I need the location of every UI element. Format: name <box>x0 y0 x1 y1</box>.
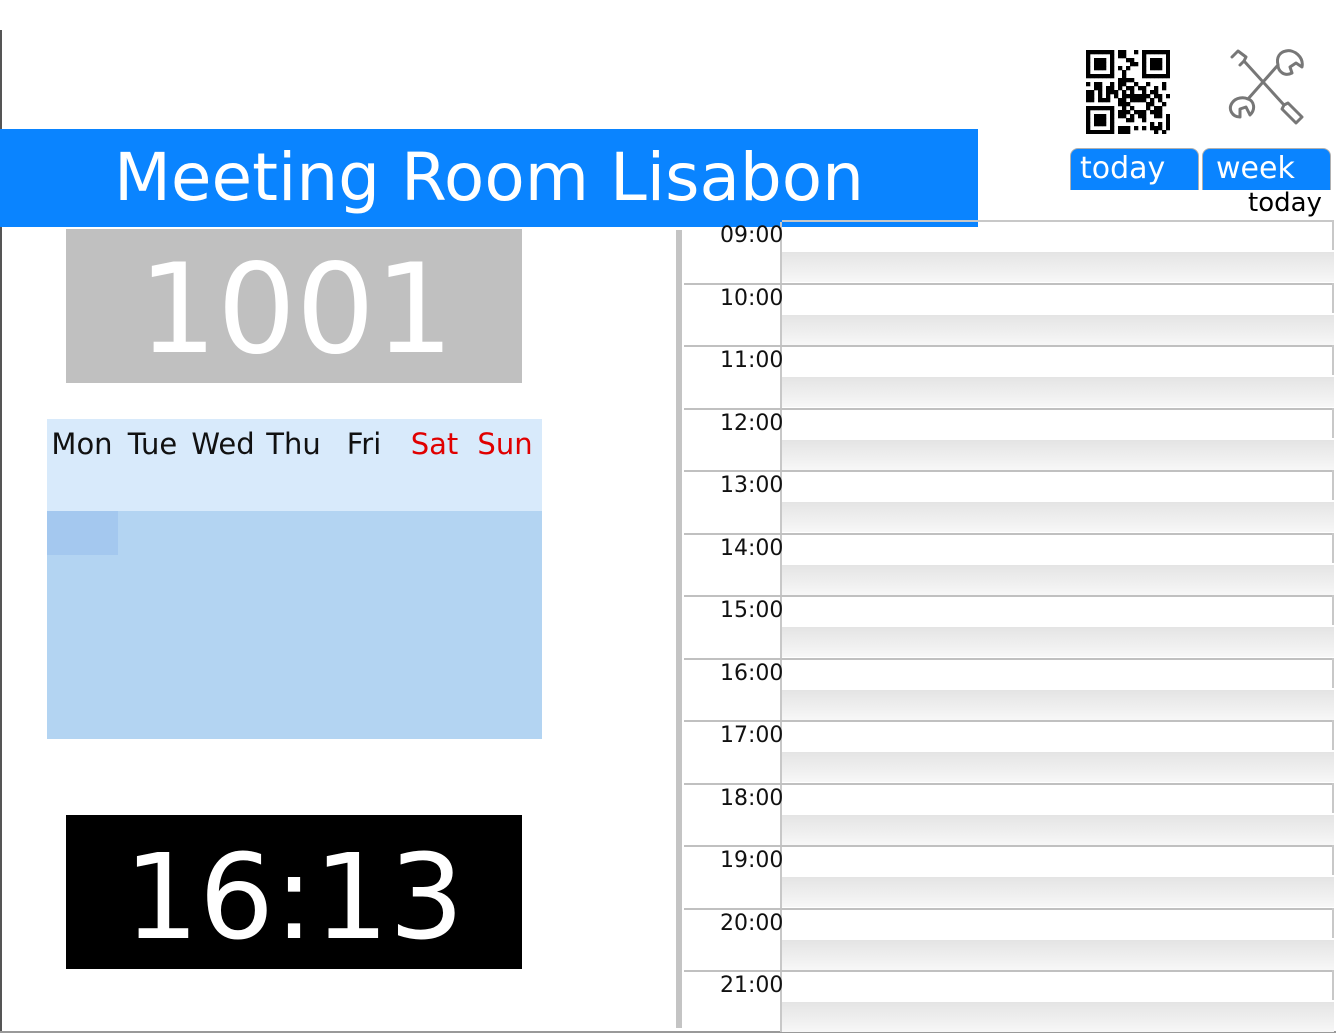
slot-divider <box>684 845 1334 847</box>
slot-time-label: 12:00 <box>720 410 784 436</box>
slot-edge <box>1332 657 1334 688</box>
slot-edge <box>1332 345 1334 375</box>
slot-half-hour[interactable] <box>782 502 1334 532</box>
slot-half-hour[interactable] <box>782 314 1334 345</box>
slot-time-label: 13:00 <box>720 473 784 498</box>
slot-half-hour[interactable] <box>782 689 1334 720</box>
slot-half-hour[interactable] <box>782 252 1334 282</box>
time-slot[interactable]: 16:00 <box>684 657 1334 720</box>
slot-divider <box>684 907 1334 910</box>
schedule-left-divider <box>676 230 682 1028</box>
slot-time-label: 14:00 <box>720 535 784 561</box>
slot-edge <box>1332 532 1334 563</box>
slot-divider <box>684 782 1334 785</box>
slot-edge <box>1332 845 1334 875</box>
slot-edge <box>1332 470 1334 500</box>
time-slot[interactable]: 13:00 <box>684 470 1334 532</box>
time-slot[interactable]: 11:00 <box>684 345 1334 407</box>
slot-time-label: 20:00 <box>720 910 784 936</box>
time-slot[interactable]: 09:00 <box>684 220 1334 282</box>
time-slot[interactable]: 19:00 <box>684 845 1334 907</box>
slot-divider <box>684 345 1334 347</box>
day-schedule: 09:00 10:00 11:00 12:00 13:00 14:00 15:00 16:00… <box>0 0 1336 1033</box>
slot-time-label: 16:00 <box>720 660 784 686</box>
slot-time-label: 15:00 <box>720 598 784 623</box>
time-slot[interactable]: 12:00 <box>684 407 1334 470</box>
slot-edge <box>1332 970 1334 1000</box>
time-slot[interactable]: 10:00 <box>684 282 1334 345</box>
slot-time-label: 17:00 <box>720 723 784 748</box>
slot-edge <box>1332 595 1334 625</box>
slot-half-hour[interactable] <box>782 814 1334 845</box>
slot-time-label: 18:00 <box>720 785 784 811</box>
slot-edge <box>1332 407 1334 438</box>
slot-divider <box>684 407 1334 410</box>
slot-divider <box>684 970 1334 972</box>
time-slot[interactable]: 21:00 <box>684 970 1334 1032</box>
slot-half-hour[interactable] <box>782 1002 1334 1032</box>
slot-half-hour[interactable] <box>782 627 1334 657</box>
time-slot[interactable]: 15:00 <box>684 595 1334 657</box>
slot-edge <box>1332 782 1334 813</box>
slot-half-hour[interactable] <box>782 939 1334 970</box>
slot-divider <box>684 657 1334 660</box>
slot-edge <box>1332 720 1334 750</box>
slot-half-hour[interactable] <box>782 752 1334 782</box>
slot-half-hour[interactable] <box>782 564 1334 595</box>
slot-half-hour[interactable] <box>782 377 1334 407</box>
time-slot[interactable]: 14:00 <box>684 532 1334 595</box>
slot-half-hour[interactable] <box>782 877 1334 907</box>
slot-divider <box>684 720 1334 722</box>
slot-half-hour[interactable] <box>782 439 1334 470</box>
slot-divider <box>684 470 1334 472</box>
slot-time-label: 21:00 <box>720 973 784 998</box>
slot-edge <box>1332 282 1334 313</box>
slot-time-label: 10:00 <box>720 285 784 311</box>
slot-time-label: 11:00 <box>720 348 784 373</box>
slot-divider <box>684 595 1334 597</box>
slot-divider <box>684 282 1334 285</box>
time-slot[interactable]: 18:00 <box>684 782 1334 845</box>
slot-edge <box>1332 220 1334 250</box>
time-slot[interactable]: 17:00 <box>684 720 1334 782</box>
slot-time-label: 09:00 <box>720 223 784 248</box>
slot-time-label: 19:00 <box>720 848 784 873</box>
slot-edge <box>1332 907 1334 938</box>
time-slot[interactable]: 20:00 <box>684 907 1334 970</box>
slot-divider <box>684 532 1334 535</box>
